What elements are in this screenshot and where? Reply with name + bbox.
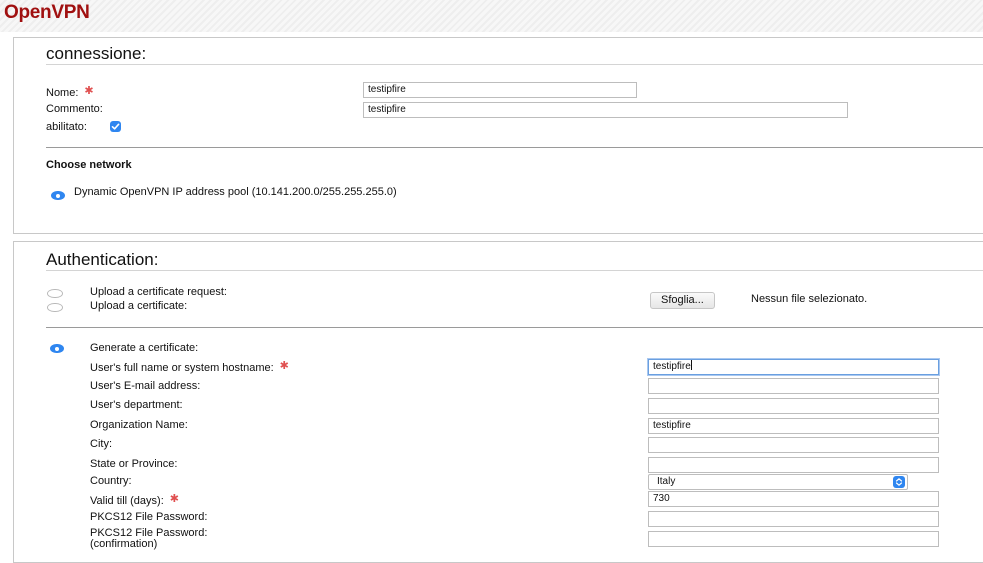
country-select[interactable]: Italy	[648, 474, 908, 490]
asterisk-icon: ✱	[169, 493, 179, 505]
network-divider	[46, 147, 983, 148]
text-caret	[690, 360, 692, 370]
no-file-text: Nessun file selezionato.	[751, 293, 868, 305]
browse-button[interactable]: Sfoglia...	[650, 292, 715, 309]
fullname-input[interactable]: testipfire	[648, 359, 939, 375]
upload-request-label: Upload a certificate request:	[90, 286, 227, 298]
enabled-label: abilitato:	[46, 121, 87, 133]
country-label: Country:	[90, 475, 132, 487]
network-radio[interactable]	[51, 191, 65, 200]
city-input[interactable]	[648, 437, 939, 453]
generate-radio[interactable]	[50, 344, 64, 353]
connection-title: connessione:	[46, 44, 147, 63]
connection-panel	[13, 37, 983, 234]
pkcs-input[interactable]	[648, 511, 939, 527]
upload-cert-label: Upload a certificate:	[90, 300, 188, 312]
email-label: User's E-mail address:	[90, 380, 201, 392]
connection-divider	[46, 64, 983, 65]
asterisk-icon: ✱	[279, 360, 289, 372]
name-label: Nome: ✱	[46, 85, 94, 99]
comment-input[interactable]: testipfire	[363, 102, 848, 118]
pkcs-label: PKCS12 File Password:	[90, 511, 208, 523]
top-bar	[0, 0, 983, 32]
organization-label: Organization Name:	[90, 419, 188, 431]
upload-request-radio[interactable]	[47, 289, 63, 298]
department-label: User's department:	[90, 399, 183, 411]
select-arrows-icon	[893, 476, 905, 488]
fullname-label: User's full name or system hostname: ✱	[90, 360, 289, 374]
network-option-label: Dynamic OpenVPN IP address pool (10.141.…	[74, 186, 397, 198]
state-label: State or Province:	[90, 458, 178, 470]
generate-divider	[46, 327, 983, 328]
generate-label: Generate a certificate:	[90, 342, 199, 354]
state-input[interactable]	[648, 457, 939, 473]
pkcs-confirm-label-line2: (confirmation)	[90, 538, 158, 550]
city-label: City:	[90, 438, 112, 450]
valid-input[interactable]: 730	[648, 491, 939, 507]
organization-input[interactable]: testipfire	[648, 418, 939, 434]
department-input[interactable]	[648, 398, 939, 414]
comment-label: Commento:	[46, 103, 103, 115]
pkcs-confirm-input[interactable]	[648, 531, 939, 547]
authentication-divider	[46, 270, 983, 271]
valid-label: Valid till (days): ✱	[90, 493, 179, 507]
network-heading: Choose network	[46, 159, 132, 171]
asterisk-icon: ✱	[84, 85, 94, 97]
brand-title: OpenVPN	[4, 2, 90, 23]
authentication-title: Authentication:	[46, 250, 159, 269]
enabled-checkbox[interactable]	[110, 121, 121, 132]
email-input[interactable]	[648, 378, 939, 394]
upload-cert-radio[interactable]	[47, 303, 63, 312]
name-input[interactable]: testipfire	[363, 82, 637, 98]
checkmark-icon	[111, 123, 120, 130]
